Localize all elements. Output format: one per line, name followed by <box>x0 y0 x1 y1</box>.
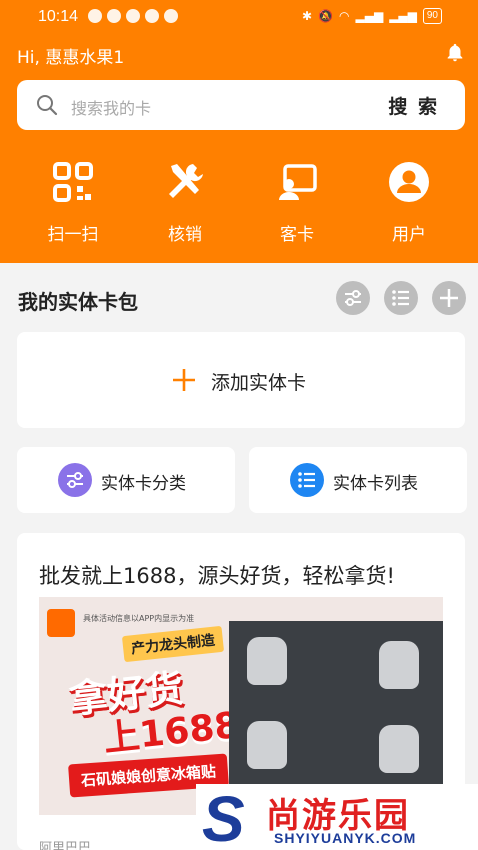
promo-footer: 阿里巴巴 <box>39 841 92 850</box>
status-time: 10:14 <box>38 8 79 25</box>
watermark-logo: S <box>202 783 245 850</box>
section-title: 我的实体卡包 <box>18 290 138 314</box>
wechat-icon <box>107 9 121 23</box>
1688-logo-icon <box>47 609 75 637</box>
status-right: ✱ 🔕 ◠ ▂▄▆ ▂▄▆ 90 <box>302 8 442 24</box>
banner-note: 具体活动信息以APP内显示为准 <box>83 614 195 623</box>
user-icon <box>389 162 429 202</box>
nfc-icon <box>145 9 159 23</box>
card-list-button[interactable]: 实体卡列表 <box>249 447 467 513</box>
list-icon <box>290 463 324 497</box>
tools-icon <box>169 164 203 198</box>
add-round-button[interactable] <box>432 281 466 315</box>
header-area: 10:14 ✱ 🔕 ◠ ▂▄▆ ▂▄▆ 90 Hi, 惠惠水果1 搜索我的卡 搜… <box>0 0 478 263</box>
scan-button[interactable]: 扫一扫 <box>28 160 118 245</box>
greeting-text: Hi, 惠惠水果1 <box>17 48 125 68</box>
shield-icon <box>126 9 140 23</box>
plus-icon <box>440 289 458 307</box>
customer-card-label: 客卡 <box>280 225 314 245</box>
filter-round-button[interactable] <box>336 281 370 315</box>
add-card-label: 添加实体卡 <box>211 372 307 394</box>
quick-actions: 扫一扫 核销 客卡 用户 <box>0 160 478 250</box>
figurine-image <box>379 641 419 689</box>
app-notification-icon <box>88 9 102 23</box>
user-button[interactable]: 用户 <box>364 160 454 245</box>
status-bar: 10:14 ✱ 🔕 ◠ ▂▄▆ ▂▄▆ 90 <box>0 0 478 34</box>
figurine-image <box>247 637 287 685</box>
verify-label: 核销 <box>168 225 202 245</box>
plus-icon <box>173 369 195 391</box>
search-button[interactable]: 搜 索 <box>388 92 439 119</box>
scan-label: 扫一扫 <box>47 225 99 245</box>
figurine-image <box>247 721 287 769</box>
search-input[interactable]: 搜索我的卡 <box>71 95 151 119</box>
qr-scan-icon <box>53 162 93 202</box>
customer-card-icon <box>279 164 317 200</box>
user-label: 用户 <box>392 225 426 245</box>
verify-button[interactable]: 核销 <box>140 160 230 245</box>
card-list-label: 实体卡列表 <box>333 474 418 494</box>
customer-card-button[interactable]: 客卡 <box>252 160 342 245</box>
search-icon <box>37 95 58 116</box>
wifi-icon: ◠ <box>339 9 350 23</box>
banner-chip: 产力龙头制造 <box>121 625 225 663</box>
add-card-button[interactable]: 添加实体卡 <box>17 332 465 428</box>
mute-icon: 🔕 <box>318 9 334 23</box>
figurine-image <box>379 725 419 773</box>
watermark-domain: SHYIYUANYK.COM <box>274 830 417 846</box>
signal2-icon: ▂▄▆ <box>389 9 417 23</box>
signal-icon: ▂▄▆ <box>355 9 384 23</box>
battery-indicator: 90 <box>422 8 442 24</box>
bluetooth-icon: ✱ <box>302 9 313 23</box>
notification-icons <box>88 9 178 23</box>
site-watermark: S 尚游乐园 SHYIYUANYK.COM <box>196 783 478 850</box>
search-bar[interactable]: 搜索我的卡 搜 索 <box>17 80 465 130</box>
card-category-button[interactable]: 实体卡分类 <box>17 447 235 513</box>
alarm-icon <box>164 9 178 23</box>
card-category-label: 实体卡分类 <box>101 474 186 494</box>
list-icon <box>392 290 409 306</box>
bell-icon[interactable] <box>444 42 466 64</box>
sliders-icon <box>345 290 361 306</box>
filter-icon <box>58 463 92 497</box>
promo-title: 批发就上1688，源头好货，轻松拿货! <box>39 564 395 588</box>
list-round-button[interactable] <box>384 281 418 315</box>
